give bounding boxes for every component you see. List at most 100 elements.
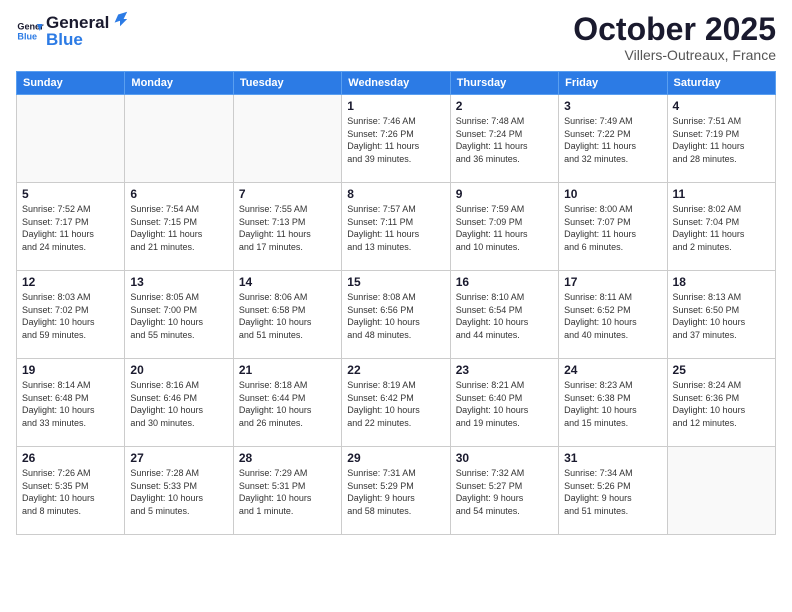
day-info: Sunrise: 8:13 AM Sunset: 6:50 PM Dayligh…	[673, 291, 770, 341]
header-thursday: Thursday	[450, 72, 558, 95]
day-info: Sunrise: 8:16 AM Sunset: 6:46 PM Dayligh…	[130, 379, 227, 429]
logo-icon: General Blue	[16, 17, 44, 45]
day-cell-4-0: 26 Sunrise: 7:26 AM Sunset: 5:35 PM Dayli…	[17, 447, 125, 535]
day-number: 15	[347, 275, 444, 289]
day-number: 17	[564, 275, 661, 289]
day-cell-0-2	[233, 95, 341, 183]
logo-blue: Blue	[46, 30, 129, 50]
day-cell-4-1: 27 Sunrise: 7:28 AM Sunset: 5:33 PM Dayli…	[125, 447, 233, 535]
header: General Blue General Blue October 2025 V…	[16, 12, 776, 63]
title-area: October 2025 Villers-Outreaux, France	[573, 12, 776, 63]
week-row-3: 12 Sunrise: 8:03 AM Sunset: 7:02 PM Dayli…	[17, 271, 776, 359]
header-friday: Friday	[559, 72, 667, 95]
day-number: 5	[22, 187, 119, 201]
day-cell-4-3: 29Sunrise: 7:31 AM Sunset: 5:29 PM Dayli…	[342, 447, 450, 535]
day-cell-4-4: 30 Sunrise: 7:32 AM Sunset: 5:27 PM Dayli…	[450, 447, 558, 535]
week-row-5: 26 Sunrise: 7:26 AM Sunset: 5:35 PM Dayli…	[17, 447, 776, 535]
day-cell-2-4: 16Sunrise: 8:10 AM Sunset: 6:54 PM Dayli…	[450, 271, 558, 359]
day-info: Sunrise: 8:02 AM Sunset: 7:04 PM Dayligh…	[673, 203, 770, 253]
day-cell-2-1: 13 Sunrise: 8:05 AM Sunset: 7:00 PM Dayli…	[125, 271, 233, 359]
day-info: Sunrise: 8:08 AM Sunset: 6:56 PM Dayligh…	[347, 291, 444, 341]
day-info: Sunrise: 8:00 AM Sunset: 7:07 PM Dayligh…	[564, 203, 661, 253]
day-number: 10	[564, 187, 661, 201]
day-number: 31	[564, 451, 661, 465]
day-info: Sunrise: 7:29 AM Sunset: 5:31 PM Dayligh…	[239, 467, 336, 517]
day-number: 19	[22, 363, 119, 377]
day-number: 20	[130, 363, 227, 377]
day-number: 30	[456, 451, 553, 465]
day-number: 14	[239, 275, 336, 289]
day-cell-2-2: 14 Sunrise: 8:06 AM Sunset: 6:58 PM Dayli…	[233, 271, 341, 359]
day-number: 2	[456, 99, 553, 113]
day-info: Sunrise: 8:14 AM Sunset: 6:48 PM Dayligh…	[22, 379, 119, 429]
day-info: Sunrise: 7:31 AM Sunset: 5:29 PM Dayligh…	[347, 467, 444, 517]
day-cell-0-5: 3 Sunrise: 7:49 AM Sunset: 7:22 PM Daylig…	[559, 95, 667, 183]
day-cell-3-2: 21 Sunrise: 8:18 AM Sunset: 6:44 PM Dayli…	[233, 359, 341, 447]
day-cell-0-0	[17, 95, 125, 183]
day-number: 26	[22, 451, 119, 465]
day-info: Sunrise: 7:59 AM Sunset: 7:09 PM Dayligh…	[456, 203, 553, 253]
day-number: 21	[239, 363, 336, 377]
day-number: 6	[130, 187, 227, 201]
day-cell-1-2: 7Sunrise: 7:55 AM Sunset: 7:13 PM Daylig…	[233, 183, 341, 271]
header-monday: Monday	[125, 72, 233, 95]
day-cell-4-2: 28 Sunrise: 7:29 AM Sunset: 5:31 PM Dayli…	[233, 447, 341, 535]
week-row-1: 1 Sunrise: 7:46 AM Sunset: 7:26 PM Daylig…	[17, 95, 776, 183]
day-cell-2-6: 18Sunrise: 8:13 AM Sunset: 6:50 PM Dayli…	[667, 271, 775, 359]
day-cell-3-4: 23 Sunrise: 8:21 AM Sunset: 6:40 PM Dayli…	[450, 359, 558, 447]
header-tuesday: Tuesday	[233, 72, 341, 95]
day-cell-0-1	[125, 95, 233, 183]
header-wednesday: Wednesday	[342, 72, 450, 95]
day-number: 3	[564, 99, 661, 113]
day-number: 25	[673, 363, 770, 377]
day-info: Sunrise: 7:54 AM Sunset: 7:15 PM Dayligh…	[130, 203, 227, 253]
week-row-2: 5 Sunrise: 7:52 AM Sunset: 7:17 PM Daylig…	[17, 183, 776, 271]
day-info: Sunrise: 7:32 AM Sunset: 5:27 PM Dayligh…	[456, 467, 553, 517]
day-number: 28	[239, 451, 336, 465]
header-sunday: Sunday	[17, 72, 125, 95]
day-info: Sunrise: 8:03 AM Sunset: 7:02 PM Dayligh…	[22, 291, 119, 341]
day-cell-1-0: 5 Sunrise: 7:52 AM Sunset: 7:17 PM Daylig…	[17, 183, 125, 271]
month-title: October 2025	[573, 12, 776, 47]
day-cell-3-6: 25 Sunrise: 8:24 AM Sunset: 6:36 PM Dayli…	[667, 359, 775, 447]
day-info: Sunrise: 8:18 AM Sunset: 6:44 PM Dayligh…	[239, 379, 336, 429]
day-number: 11	[673, 187, 770, 201]
day-number: 16	[456, 275, 553, 289]
day-cell-0-4: 2 Sunrise: 7:48 AM Sunset: 7:24 PM Daylig…	[450, 95, 558, 183]
day-info: Sunrise: 8:06 AM Sunset: 6:58 PM Dayligh…	[239, 291, 336, 341]
day-info: Sunrise: 7:52 AM Sunset: 7:17 PM Dayligh…	[22, 203, 119, 253]
day-cell-1-3: 8Sunrise: 7:57 AM Sunset: 7:11 PM Daylig…	[342, 183, 450, 271]
day-info: Sunrise: 8:05 AM Sunset: 7:00 PM Dayligh…	[130, 291, 227, 341]
day-cell-1-6: 11 Sunrise: 8:02 AM Sunset: 7:04 PM Dayli…	[667, 183, 775, 271]
day-cell-3-0: 19 Sunrise: 8:14 AM Sunset: 6:48 PM Dayli…	[17, 359, 125, 447]
day-info: Sunrise: 7:46 AM Sunset: 7:26 PM Dayligh…	[347, 115, 444, 165]
day-number: 12	[22, 275, 119, 289]
day-info: Sunrise: 7:26 AM Sunset: 5:35 PM Dayligh…	[22, 467, 119, 517]
day-number: 8	[347, 187, 444, 201]
day-number: 7	[239, 187, 336, 201]
day-number: 9	[456, 187, 553, 201]
day-info: Sunrise: 8:11 AM Sunset: 6:52 PM Dayligh…	[564, 291, 661, 341]
day-info: Sunrise: 7:51 AM Sunset: 7:19 PM Dayligh…	[673, 115, 770, 165]
page: General Blue General Blue October 2025 V…	[0, 0, 792, 612]
day-info: Sunrise: 7:28 AM Sunset: 5:33 PM Dayligh…	[130, 467, 227, 517]
day-info: Sunrise: 7:49 AM Sunset: 7:22 PM Dayligh…	[564, 115, 661, 165]
day-info: Sunrise: 8:21 AM Sunset: 6:40 PM Dayligh…	[456, 379, 553, 429]
header-saturday: Saturday	[667, 72, 775, 95]
day-info: Sunrise: 7:48 AM Sunset: 7:24 PM Dayligh…	[456, 115, 553, 165]
day-number: 1	[347, 99, 444, 113]
day-number: 24	[564, 363, 661, 377]
day-cell-1-1: 6 Sunrise: 7:54 AM Sunset: 7:15 PM Daylig…	[125, 183, 233, 271]
svg-text:Blue: Blue	[17, 31, 37, 41]
day-info: Sunrise: 8:19 AM Sunset: 6:42 PM Dayligh…	[347, 379, 444, 429]
day-number: 27	[130, 451, 227, 465]
day-cell-0-3: 1 Sunrise: 7:46 AM Sunset: 7:26 PM Daylig…	[342, 95, 450, 183]
day-info: Sunrise: 8:24 AM Sunset: 6:36 PM Dayligh…	[673, 379, 770, 429]
day-info: Sunrise: 8:23 AM Sunset: 6:38 PM Dayligh…	[564, 379, 661, 429]
day-cell-3-5: 24 Sunrise: 8:23 AM Sunset: 6:38 PM Dayli…	[559, 359, 667, 447]
day-number: 4	[673, 99, 770, 113]
week-row-4: 19 Sunrise: 8:14 AM Sunset: 6:48 PM Dayli…	[17, 359, 776, 447]
day-number: 23	[456, 363, 553, 377]
logo: General Blue General Blue	[16, 12, 129, 50]
day-number: 13	[130, 275, 227, 289]
